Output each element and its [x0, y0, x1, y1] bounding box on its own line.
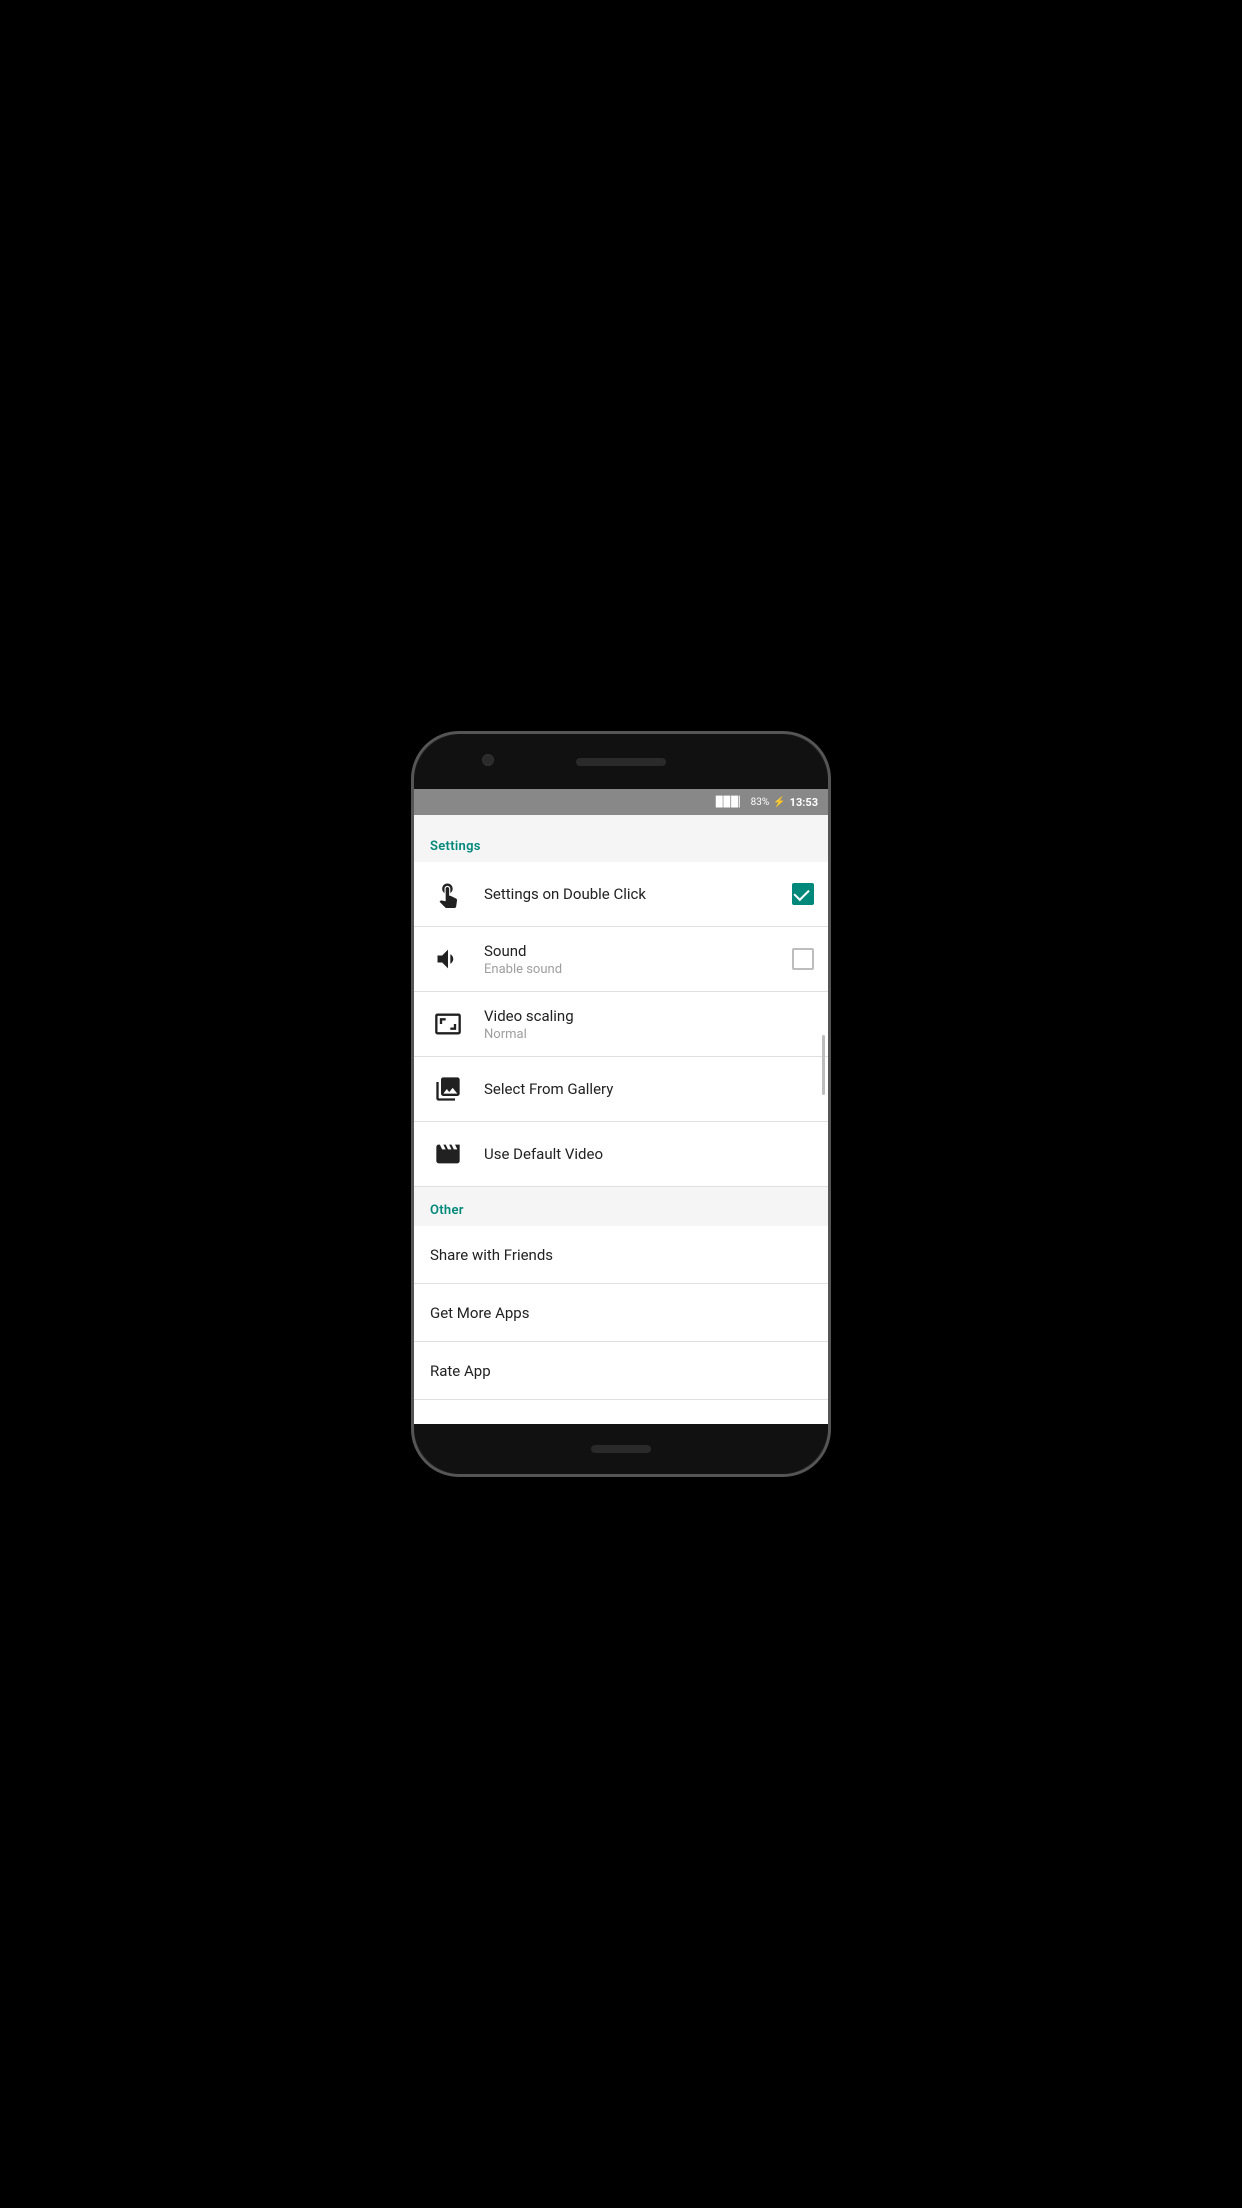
touch-icon — [428, 874, 468, 914]
more-apps-item[interactable]: Get More Apps — [414, 1284, 828, 1342]
bottom-spacer — [414, 1400, 828, 1424]
sound-title: Sound — [484, 942, 784, 960]
share-title: Share with Friends — [430, 1246, 553, 1264]
double-click-checkbox[interactable] — [792, 883, 814, 905]
default-video-title: Use Default Video — [484, 1145, 814, 1163]
other-section: Other — [414, 1187, 828, 1226]
share-item[interactable]: Share with Friends — [414, 1226, 828, 1284]
status-time: 13:53 — [790, 796, 818, 809]
volume-icon — [428, 939, 468, 979]
settings-section-header: Settings — [414, 831, 828, 862]
gallery-item[interactable]: Select From Gallery — [414, 1057, 828, 1122]
sound-item[interactable]: Sound Enable sound — [414, 927, 828, 992]
phone-top-bar — [414, 734, 828, 789]
video-scaling-subtitle: Normal — [484, 1027, 814, 1042]
default-video-text: Use Default Video — [484, 1145, 814, 1163]
battery-percent: 83% — [751, 797, 770, 808]
video-icon — [428, 1134, 468, 1174]
phone-frame: ▉▉▉▏ 83% ⚡ 13:53 Settings Settings on Do… — [411, 731, 831, 1477]
video-scaling-item[interactable]: Video scaling Normal — [414, 992, 828, 1057]
double-click-text: Settings on Double Click — [484, 885, 784, 903]
default-video-item[interactable]: Use Default Video — [414, 1122, 828, 1187]
scrollbar — [822, 1035, 825, 1095]
gallery-icon — [428, 1069, 468, 1109]
sound-checkbox[interactable] — [792, 948, 814, 970]
video-scaling-text: Video scaling Normal — [484, 1007, 814, 1042]
more-apps-title: Get More Apps — [430, 1304, 529, 1322]
rate-app-item[interactable]: Rate App — [414, 1342, 828, 1400]
home-button[interactable] — [591, 1445, 651, 1453]
aspect-ratio-icon — [428, 1004, 468, 1044]
phone-speaker — [576, 758, 666, 766]
unchecked-checkbox[interactable] — [792, 948, 814, 970]
phone-camera — [482, 754, 494, 766]
video-scaling-title: Video scaling — [484, 1007, 814, 1025]
settings-double-click-item[interactable]: Settings on Double Click — [414, 862, 828, 927]
checked-checkbox[interactable] — [792, 883, 814, 905]
other-section-header: Other — [414, 1195, 828, 1226]
sound-text: Sound Enable sound — [484, 942, 784, 977]
sound-subtitle: Enable sound — [484, 962, 784, 977]
status-bar: ▉▉▉▏ 83% ⚡ 13:53 — [414, 789, 828, 815]
screen-content[interactable]: Settings Settings on Double Click — [414, 815, 828, 1424]
double-click-title: Settings on Double Click — [484, 885, 784, 903]
phone-bottom-bar — [414, 1424, 828, 1474]
phone-screen: ▉▉▉▏ 83% ⚡ 13:53 Settings Settings on Do… — [414, 789, 828, 1424]
battery-icon: ⚡ — [773, 797, 785, 808]
rate-app-title: Rate App — [430, 1362, 491, 1380]
signal-icon: ▉▉▉▏ — [716, 797, 747, 808]
gallery-title: Select From Gallery — [484, 1080, 814, 1098]
gallery-text: Select From Gallery — [484, 1080, 814, 1098]
